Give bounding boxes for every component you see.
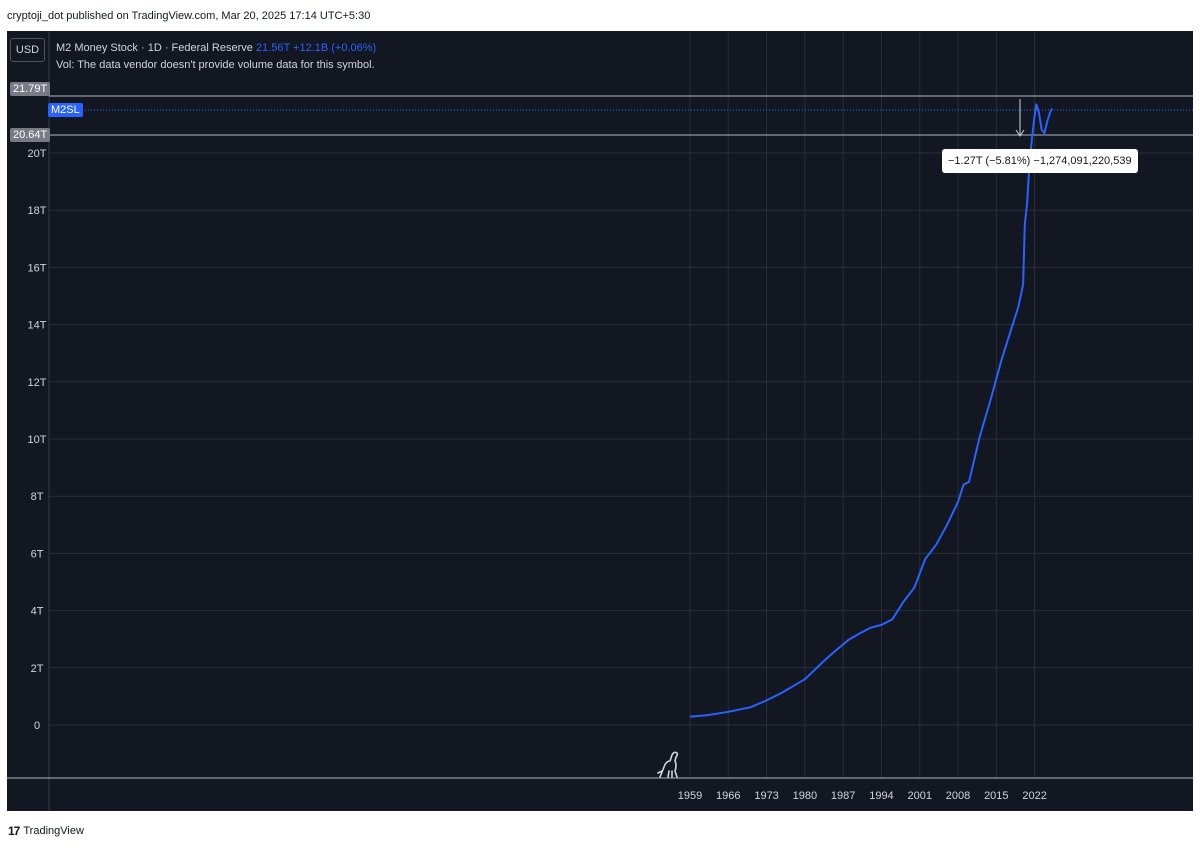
x-tick-label: 1973 [754, 790, 778, 802]
legend-change: +12.1B (+0.06%) [293, 42, 377, 54]
series [689, 103, 1054, 718]
y-tick-label: 6T [31, 548, 44, 560]
price-levels [49, 95, 1193, 136]
measure-tool [1015, 99, 1025, 137]
x-tick-labels: 1959 1966 1973 1980 1987 1994 2001 2008 2015 2022 [678, 790, 1047, 802]
x-tick-label: 2008 [946, 790, 970, 802]
axes [7, 31, 1193, 811]
y-tick-label: 8T [31, 491, 44, 503]
legend-last-value: 21.56T [255, 42, 290, 54]
x-tick-label: 1959 [678, 790, 702, 802]
tradingview-logo-icon: 17 [8, 824, 20, 838]
x-tick-label: 2015 [984, 790, 1008, 802]
x-tick-label: 1987 [831, 790, 855, 802]
tradingview-footer[interactable]: 17 TradingView [8, 824, 84, 838]
x-tick-label: 1966 [716, 790, 740, 802]
y-tick-label: 4T [31, 606, 44, 618]
tradingview-brand: TradingView [23, 825, 84, 837]
grid-lines [49, 31, 1193, 778]
y-tick-label: 12T [28, 377, 47, 389]
y-tick-label: 16T [28, 262, 47, 274]
currency-button[interactable]: USD [10, 38, 45, 62]
legend-main-line[interactable]: M2 Money Stock · 1D · Federal Reserve 21… [56, 40, 376, 57]
y-tick-labels: 0 2T 4T 6T 8T 10T 12T 14T 16T 18T 20T [28, 148, 47, 732]
measure-label[interactable]: −1.27T (−5.81%) −1,274,091,220,539 [942, 149, 1138, 173]
legend: M2 Money Stock · 1D · Federal Reserve 21… [56, 40, 376, 74]
chart-area[interactable]: 0 2T 4T 6T 8T 10T 12T 14T 16T 18T 20T 1959 1966 1973… [7, 31, 1193, 811]
legend-symbol[interactable]: M2 Money Stock · 1D · Federal Reserve [56, 42, 253, 54]
y-tick-label: 2T [31, 663, 44, 675]
x-tick-label: 2022 [1022, 790, 1046, 802]
published-line: cryptoji_dot published on TradingView.co… [7, 10, 371, 22]
y-tick-label: 20T [28, 148, 47, 160]
price-tag-upper: 21.79T [10, 82, 51, 96]
x-tick-label: 1994 [869, 790, 893, 802]
price-tag-symbol: M2SL [48, 103, 83, 117]
chart-svg[interactable]: 0 2T 4T 6T 8T 10T 12T 14T 16T 18T 20T 1959 1966 1973… [7, 31, 1193, 811]
x-tick-label: 2001 [907, 790, 931, 802]
series-line-M2SL[interactable] [689, 103, 1054, 718]
y-tick-label: 10T [28, 434, 47, 446]
price-tag-lower: 20.64T [10, 128, 51, 142]
y-tick-label: 0 [34, 720, 40, 732]
x-tick-label: 1980 [793, 790, 817, 802]
dino-icon [657, 751, 679, 778]
y-tick-label: 14T [28, 320, 47, 332]
y-tick-label: 18T [28, 205, 47, 217]
legend-volume-note: Vol: The data vendor doesn't provide vol… [56, 59, 375, 71]
